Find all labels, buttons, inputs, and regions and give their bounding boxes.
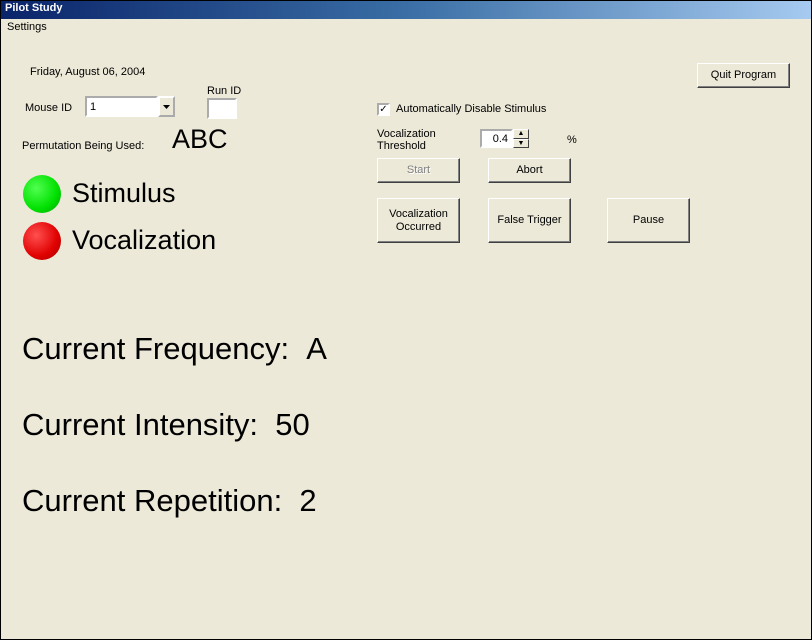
voc-threshold-input[interactable] (480, 129, 513, 148)
date-label: Friday, August 06, 2004 (30, 66, 145, 78)
voc-occurred-label: Vocalization Occurred (389, 208, 448, 232)
percent-label: % (567, 134, 577, 146)
vocalization-label: Vocalization (72, 225, 216, 256)
run-id-input[interactable] (207, 98, 237, 119)
mouse-id-input[interactable] (85, 96, 158, 117)
auto-disable-checkbox[interactable]: ✓ (377, 103, 390, 116)
voc-threshold-spinner[interactable]: ▲ ▼ (480, 129, 530, 148)
spinner-down-icon[interactable]: ▼ (513, 139, 529, 149)
quit-button-label: Quit Program (711, 69, 776, 81)
check-icon: ✓ (379, 104, 387, 115)
pause-button[interactable]: Pause (607, 198, 690, 243)
stimulus-label: Stimulus (72, 178, 176, 209)
intensity-value: 50 (275, 407, 309, 442)
menu-bar: Settings (1, 19, 811, 37)
intensity-label: Current Intensity: (22, 407, 258, 442)
spinner-buttons[interactable]: ▲ ▼ (513, 129, 529, 148)
run-id-label: Run ID (207, 85, 241, 97)
abort-button[interactable]: Abort (488, 158, 571, 183)
window-title: Pilot Study (5, 2, 62, 14)
permutation-label: Permutation Being Used: (22, 140, 144, 152)
start-button[interactable]: Start (377, 158, 460, 183)
current-frequency: Current Frequency: A (22, 331, 327, 367)
false-trigger-label: False Trigger (497, 214, 561, 226)
quit-button[interactable]: Quit Program (697, 63, 790, 88)
current-intensity: Current Intensity: 50 (22, 407, 310, 443)
app-window: Pilot Study Settings Friday, August 06, … (0, 0, 812, 640)
voc-threshold-label: Vocalization Threshold (377, 128, 436, 152)
stimulus-led-icon (23, 175, 61, 213)
permutation-value: ABC (172, 124, 228, 155)
spinner-up-icon[interactable]: ▲ (513, 129, 529, 139)
menu-settings[interactable]: Settings (7, 21, 47, 33)
auto-disable-label: Automatically Disable Stimulus (396, 103, 546, 115)
rep-label: Current Repetition: (22, 483, 282, 518)
dropdown-arrow-icon[interactable] (158, 96, 175, 117)
rep-value: 2 (299, 483, 316, 518)
freq-value: A (306, 331, 327, 366)
title-bar: Pilot Study (1, 1, 811, 19)
freq-label: Current Frequency: (22, 331, 289, 366)
pause-label: Pause (633, 214, 664, 226)
mouse-id-dropdown[interactable] (85, 96, 175, 117)
false-trigger-button[interactable]: False Trigger (488, 198, 571, 243)
voc-occurred-button[interactable]: Vocalization Occurred (377, 198, 460, 243)
vocalization-led-icon (23, 222, 61, 260)
abort-button-label: Abort (516, 164, 542, 176)
current-repetition: Current Repetition: 2 (22, 483, 317, 519)
client-area: Friday, August 06, 2004 Mouse ID Run ID … (2, 38, 810, 638)
mouse-id-label: Mouse ID (25, 102, 72, 114)
start-button-label: Start (407, 164, 430, 176)
